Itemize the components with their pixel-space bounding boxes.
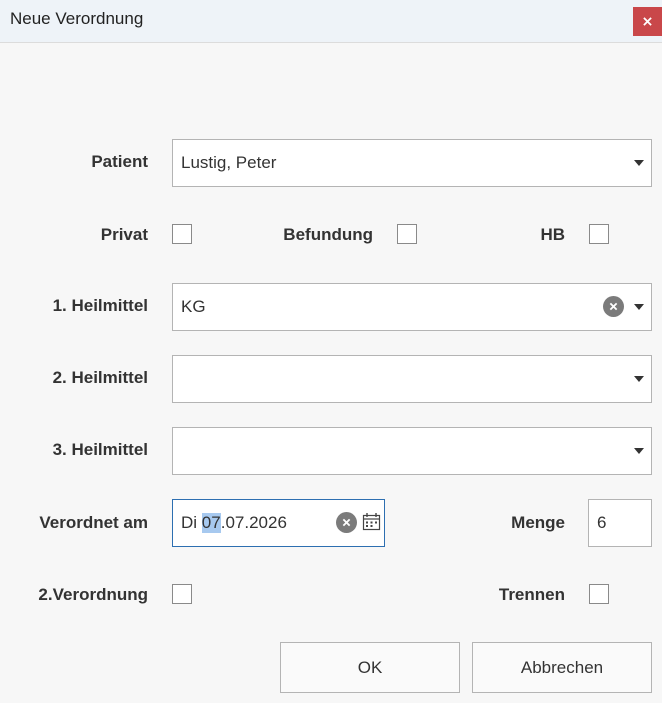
- befundung-checkbox[interactable]: [397, 224, 417, 244]
- dialog-window: Neue Verordnung Patient Lustig, Peter Pr…: [0, 0, 662, 703]
- privat-checkbox[interactable]: [172, 224, 192, 244]
- heilmittel-2-combobox[interactable]: [172, 355, 652, 403]
- heilmittel-2-label: 2. Heilmittel: [52, 368, 148, 387]
- verordnet-am-label: Verordnet am: [39, 513, 148, 532]
- hb-label: HB: [540, 225, 565, 244]
- patient-label: Patient: [91, 152, 148, 171]
- cancel-button[interactable]: Abbrechen: [472, 642, 652, 693]
- heilmittel-1-label: 1. Heilmittel: [52, 296, 148, 315]
- trennen-label: Trennen: [498, 585, 565, 604]
- patient-value: Lustig, Peter: [181, 153, 277, 172]
- menge-value: 6: [597, 513, 607, 532]
- heilmittel-1-combobox[interactable]: KG: [172, 283, 652, 331]
- chevron-down-icon[interactable]: [634, 304, 644, 310]
- close-icon: [643, 17, 652, 26]
- close-button[interactable]: [633, 7, 662, 36]
- chevron-down-icon[interactable]: [634, 376, 644, 382]
- window-title: Neue Verordnung: [10, 9, 144, 28]
- heilmittel-1-value: KG: [181, 297, 206, 316]
- privat-label: Privat: [100, 225, 148, 244]
- befundung-label: Befundung: [283, 225, 373, 244]
- zweite-verordnung-checkbox[interactable]: [172, 584, 192, 604]
- menge-label: Menge: [511, 513, 565, 532]
- heilmittel-3-combobox[interactable]: [172, 427, 652, 475]
- calendar-icon[interactable]: [362, 512, 381, 531]
- patient-combobox[interactable]: Lustig, Peter: [172, 139, 652, 187]
- date-value[interactable]: Di 07.07.2026: [181, 500, 287, 546]
- hb-checkbox[interactable]: [589, 224, 609, 244]
- date-weekday: Di: [181, 513, 198, 532]
- title-bar: Neue Verordnung: [0, 0, 662, 43]
- date-day-selected: 07: [201, 513, 221, 533]
- trennen-checkbox[interactable]: [589, 584, 609, 604]
- heilmittel-3-label: 3. Heilmittel: [52, 440, 148, 459]
- ok-button[interactable]: OK: [280, 642, 460, 693]
- verordnet-am-datepicker[interactable]: Di 07.07.2026: [172, 499, 385, 547]
- date-rest: .07.2026: [220, 513, 287, 532]
- chevron-down-icon[interactable]: [634, 448, 644, 454]
- clear-icon[interactable]: [336, 512, 357, 533]
- zweite-verordnung-label: 2.Verordnung: [38, 585, 148, 604]
- clear-icon[interactable]: [603, 296, 624, 317]
- chevron-down-icon[interactable]: [634, 160, 644, 166]
- menge-input[interactable]: 6: [588, 499, 652, 547]
